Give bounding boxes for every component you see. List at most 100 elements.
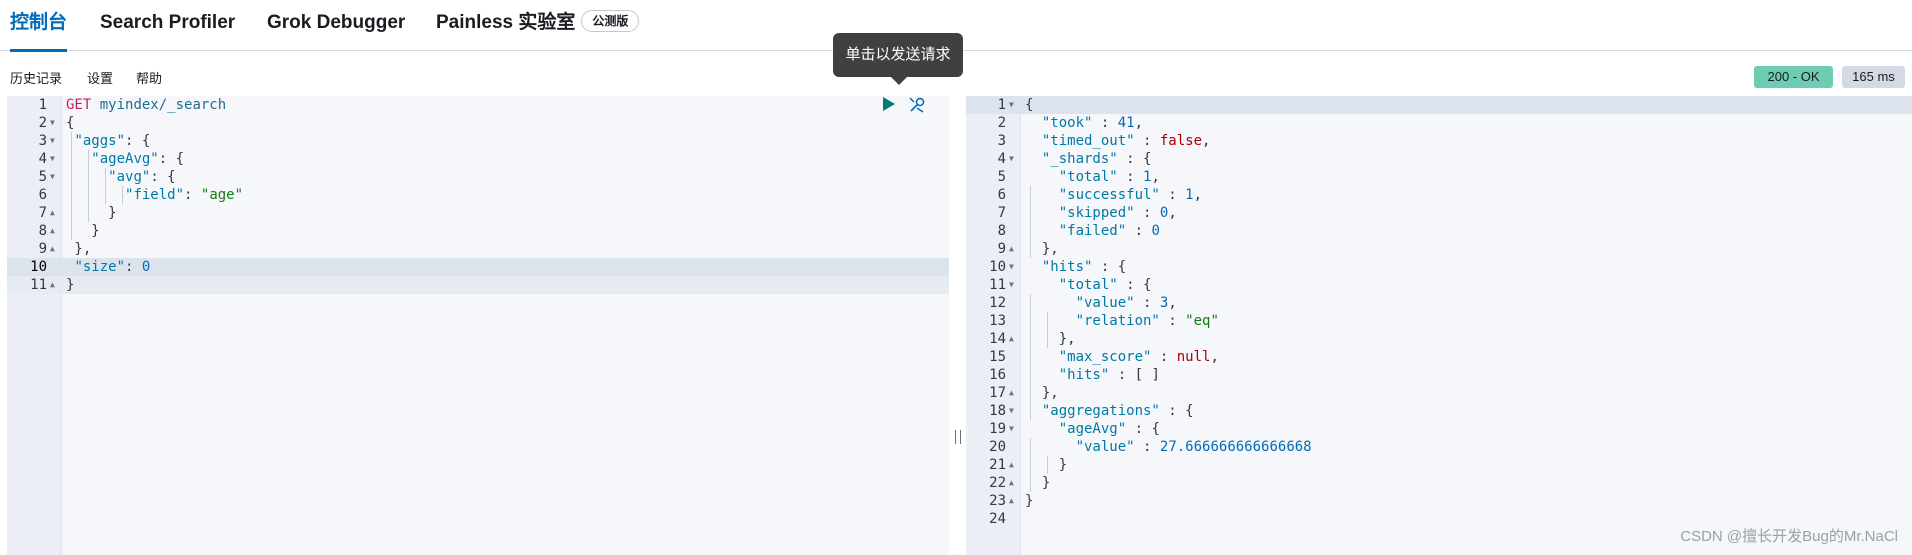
fold-toggle-icon[interactable]: ▼ (50, 168, 60, 186)
json-number: 0 (141, 259, 151, 275)
code-text: : (184, 187, 201, 203)
code-line: 3 ▼ "aggs": { (7, 132, 949, 150)
code-text: }, (1025, 331, 1076, 347)
line-number: 5 (997, 169, 1006, 185)
code-text: "value" : 27.666666666666668 (1025, 438, 1312, 456)
fold-toggle-icon[interactable]: ▼ (50, 132, 60, 150)
fold-toggle-icon[interactable]: ▲ (1009, 474, 1019, 492)
code-line: 23 ▲} (966, 492, 1912, 510)
code-text: "aggregations" : { (1025, 402, 1194, 420)
fold-toggle-icon[interactable]: ▲ (50, 204, 60, 222)
line-number: 2 (38, 115, 47, 131)
code-line-active: 10 "size": 0 (7, 258, 949, 276)
json-number: 0 (1151, 223, 1160, 239)
code-text: : (125, 259, 142, 275)
code-text: "hits" : { (1025, 258, 1126, 276)
line-number: 21 (989, 457, 1006, 473)
json-key: "total" (1058, 169, 1118, 185)
beta-badge: 公测版 (581, 9, 640, 32)
json-string: "eq" (1185, 313, 1219, 329)
wrench-icon[interactable] (908, 96, 926, 114)
fold-toggle-icon[interactable]: ▼ (50, 114, 60, 132)
send-request-tooltip: 单击以发送请求 (833, 33, 963, 85)
fold-toggle-icon[interactable]: ▲ (1009, 330, 1019, 348)
response-code[interactable]: 1 ▼{ 2 "took" : 41, 3 "timed_out" : false… (966, 96, 1912, 528)
code-text: { (1025, 97, 1034, 113)
request-code[interactable]: 1 GET myindex/_search 2 ▼{ 3 ▼ "aggs": { 4 ▼… (7, 96, 949, 294)
code-text: : { (158, 151, 185, 167)
json-key: "_shards" (1041, 151, 1118, 167)
code-text: : (1092, 115, 1118, 131)
indent-guide (1030, 186, 1031, 258)
line-number: 15 (989, 349, 1006, 365)
line-number: 17 (989, 385, 1006, 401)
fold-toggle-icon[interactable]: ▼ (1009, 402, 1019, 420)
json-key: "value" (1075, 439, 1135, 455)
code-text: "_shards" : { (1025, 150, 1152, 168)
line-number: 6 (997, 187, 1006, 203)
code-line: 8 "failed" : 0 (966, 222, 1912, 240)
line-number: 12 (989, 295, 1006, 311)
json-key: "timed_out" (1041, 133, 1135, 149)
code-text: : (1126, 223, 1152, 239)
line-number: 18 (989, 403, 1006, 419)
code-text: : { (125, 133, 151, 149)
code-text: : (1159, 187, 1186, 203)
fold-toggle-icon[interactable]: ▲ (1009, 492, 1019, 510)
line-number: 4 (38, 151, 47, 167)
settings-link[interactable]: 设置 (87, 68, 113, 87)
pane-resize-handle[interactable] (955, 430, 961, 444)
json-key: "relation" (1075, 313, 1160, 329)
tab-console[interactable]: 控制台 (10, 0, 68, 52)
request-editor[interactable]: 1 GET myindex/_search 2 ▼{ 3 ▼ "aggs": { 4 ▼… (7, 96, 949, 555)
tab-console-label: 控制台 (10, 12, 68, 33)
tab-search-profiler[interactable]: Search Profiler (100, 0, 235, 51)
code-text: "took" : 41, (1025, 114, 1143, 132)
json-key: "successful" (1058, 187, 1160, 203)
help-link[interactable]: 帮助 (136, 68, 162, 87)
code-text: "size": 0 (66, 258, 150, 276)
tab-grok-debugger[interactable]: Grok Debugger (267, 0, 405, 51)
indent-guide (71, 132, 72, 240)
line-number: 1 (997, 97, 1006, 113)
fold-toggle-icon[interactable]: ▲ (50, 240, 60, 258)
fold-toggle-icon[interactable]: ▼ (1009, 276, 1019, 294)
line-number: 9 (38, 241, 47, 257)
json-number: 1 (1185, 187, 1194, 203)
response-editor[interactable]: 1 ▼{ 2 "took" : 41, 3 "timed_out" : false… (966, 96, 1912, 555)
line-number: 11 (30, 277, 47, 293)
line-number: 20 (989, 439, 1006, 455)
fold-toggle-icon[interactable]: ▲ (1009, 240, 1019, 258)
code-line: 4 ▼ "_shards" : { (966, 150, 1912, 168)
line-number: 3 (38, 133, 47, 149)
code-text: "relation" : "eq" (1025, 312, 1219, 330)
fold-toggle-icon[interactable]: ▲ (1009, 384, 1019, 402)
fold-toggle-icon[interactable]: ▲ (50, 276, 60, 294)
code-line: 2 "took" : 41, (966, 114, 1912, 132)
fold-toggle-icon[interactable]: ▲ (1009, 456, 1019, 474)
request-path: myindex/_search (99, 97, 227, 113)
code-line: 3 "timed_out" : false, (966, 132, 1912, 150)
fold-toggle-icon[interactable]: ▼ (1009, 258, 1019, 276)
history-link[interactable]: 历史记录 (10, 68, 62, 87)
code-line: 7 ▲ } (7, 204, 949, 222)
line-number: 1 (38, 97, 47, 113)
line-number: 16 (989, 367, 1006, 383)
indent-guide (122, 186, 123, 204)
response-time-badge: 165 ms (1842, 66, 1905, 88)
fold-toggle-icon[interactable]: ▼ (1009, 420, 1019, 438)
code-text: : (1151, 349, 1177, 365)
code-text: : { (1117, 277, 1152, 293)
line-number: 2 (997, 115, 1006, 131)
indent-guide (1047, 312, 1048, 348)
code-text: , (1193, 187, 1203, 203)
fold-toggle-icon[interactable]: ▲ (50, 222, 60, 240)
fold-toggle-icon[interactable]: ▼ (1009, 96, 1019, 114)
code-line: 21 ▲ } (966, 456, 1912, 474)
fold-toggle-icon[interactable]: ▼ (1009, 150, 1019, 168)
play-icon[interactable] (882, 96, 896, 112)
fold-toggle-icon[interactable]: ▼ (50, 150, 60, 168)
code-line: 18 ▼ "aggregations" : { (966, 402, 1912, 420)
json-key: "field" (125, 187, 185, 203)
tab-painless-lab[interactable]: Painless 实验室 公测版 (436, 0, 640, 51)
